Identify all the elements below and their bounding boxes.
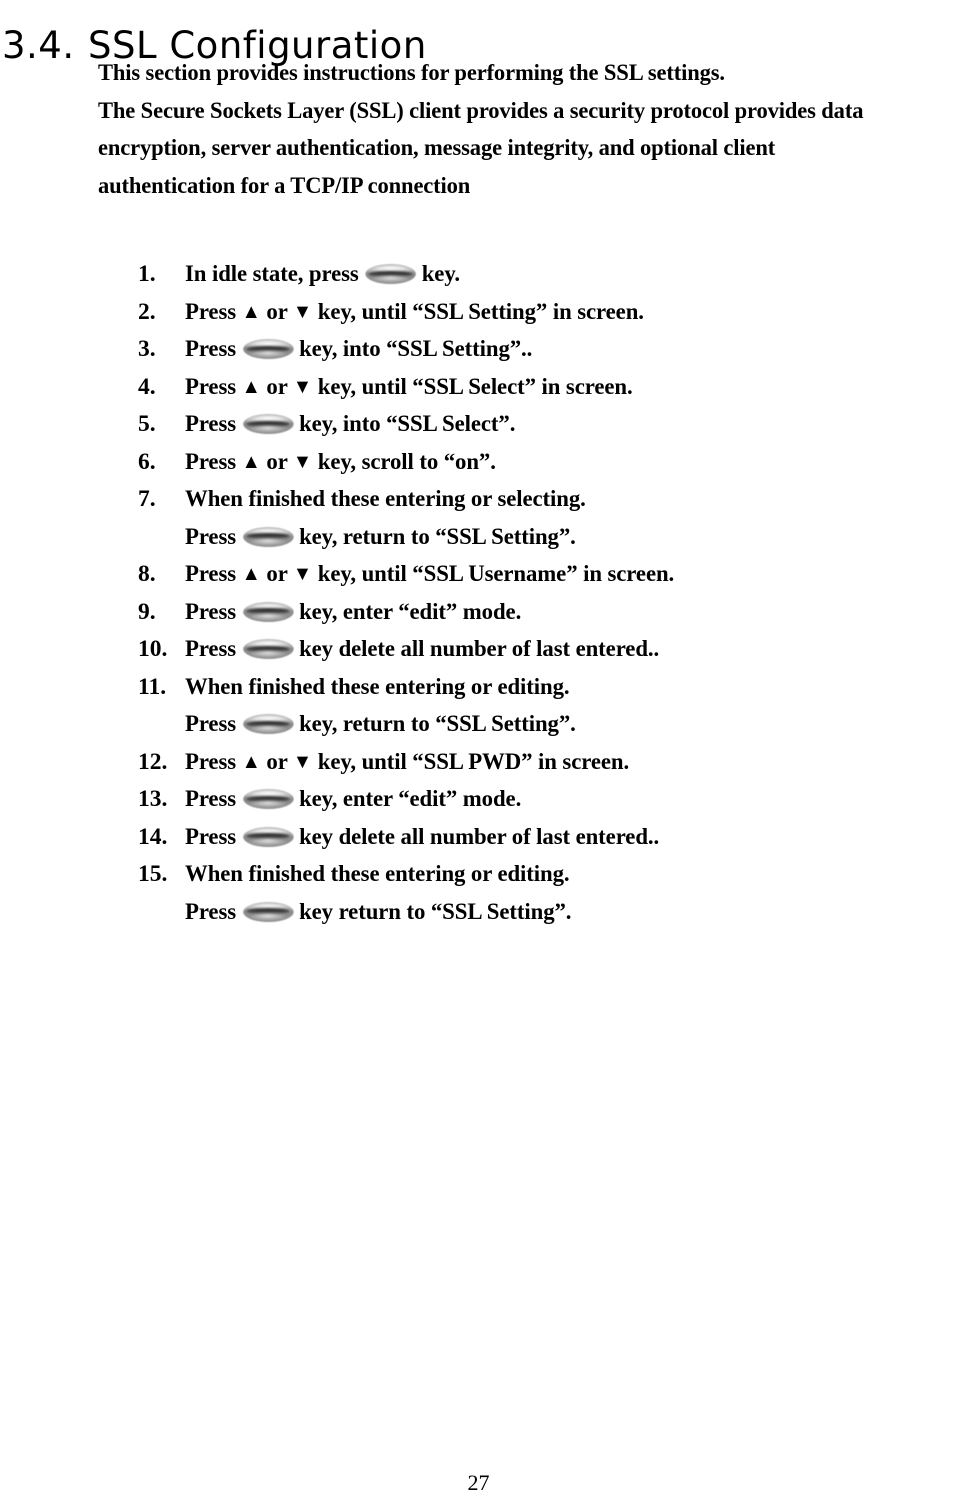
step-row: 6. Press ▲ or ▼ key, scroll to “on”. xyxy=(138,444,957,482)
step-text: Press ▲ or ▼ key, until “SSL Select” in … xyxy=(185,373,633,400)
intro-line: The Secure Sockets Layer (SSL) client pr… xyxy=(98,97,864,124)
step-text: Press key, return to “SSL Setting”. xyxy=(185,711,576,737)
key-button-icon xyxy=(242,714,294,734)
step-text: Press ▲ or ▼ key, until “SSL PWD” in scr… xyxy=(185,748,630,775)
step-row: 5. Press key, into “SSL Select”. xyxy=(138,406,957,444)
step-text: Press key delete all number of last enter… xyxy=(185,823,660,850)
step-row: 4. Press ▲ or ▼ key, until “SSL Select” i… xyxy=(138,369,957,407)
key-button-icon xyxy=(242,526,294,547)
key-button-icon xyxy=(242,601,294,622)
step-row: 11. When finished these entering or editi… xyxy=(138,669,957,707)
step-text: Press key delete all number of last enter… xyxy=(185,636,660,662)
step-row: 14. Press key delete all number of last en… xyxy=(138,819,957,857)
step-text: When finished these entering or editing. xyxy=(185,673,570,700)
intro-line: authentication for a TCP/IP connection xyxy=(98,172,471,199)
step-row: 3. Press key, into “SSL Setting”.. xyxy=(138,331,957,369)
step-number: 8. xyxy=(138,561,156,587)
arrow-down-icon: ▼ xyxy=(292,563,313,585)
step-text: Press key, enter “edit” mode. xyxy=(185,598,522,625)
section-number: 3.4. xyxy=(2,23,75,67)
step-row: 7. When finished these entering or select… xyxy=(138,481,957,519)
step-row: 2. Press ▲ or ▼ key, until “SSL Setting” … xyxy=(138,294,957,332)
document-page: 3.4. SSL Configuration This section provi… xyxy=(0,0,957,1503)
arrow-up-icon: ▲ xyxy=(241,300,261,323)
step-text: Press key return to “SSL Setting”. xyxy=(185,898,572,925)
key-button-icon xyxy=(242,901,294,922)
footer-page-number: 27 xyxy=(467,1470,490,1495)
step-number: 13. xyxy=(138,786,168,812)
step-number: 7. xyxy=(138,486,156,512)
step-number: 11. xyxy=(138,673,167,700)
intro-line: encryption, server authentication, messa… xyxy=(98,135,776,161)
step-text: When finished these entering or editing. xyxy=(185,861,570,887)
arrow-down-icon: ▼ xyxy=(292,375,313,398)
step-number: 15. xyxy=(138,861,168,887)
step-text: Press key, into “SSL Select”. xyxy=(185,411,516,437)
arrow-up-icon: ▲ xyxy=(241,563,261,585)
step-number: 9. xyxy=(138,598,156,625)
step-continuation-row: Press key, return to “SSL Setting”. xyxy=(138,706,957,744)
key-button-icon xyxy=(242,414,294,434)
step-text: In idle state, press key. xyxy=(185,261,460,287)
step-number: 12. xyxy=(138,748,168,775)
key-button-icon xyxy=(242,339,294,359)
step-number: 10. xyxy=(138,636,168,662)
steps-list: 1. In idle state, press key. 2. Press ▲ or ▼… xyxy=(98,256,957,931)
arrow-down-icon: ▼ xyxy=(292,450,313,473)
step-number: 6. xyxy=(138,448,156,475)
step-row: 9. Press key, enter “edit” mode. xyxy=(138,594,957,632)
step-text: Press ▲ or ▼ key, until “SSL Username” i… xyxy=(185,561,675,587)
step-text: Press key, enter “edit” mode. xyxy=(185,786,522,812)
step-number: 3. xyxy=(138,336,156,362)
step-text: Press key, into “SSL Setting”.. xyxy=(185,336,533,362)
step-row: 13. Press key, enter “edit” mode. xyxy=(138,781,957,819)
step-number: 5. xyxy=(138,411,156,437)
step-text: When finished these entering or selectin… xyxy=(185,486,586,512)
arrow-up-icon: ▲ xyxy=(241,450,261,473)
step-number: 1. xyxy=(138,261,156,287)
arrow-up-icon: ▲ xyxy=(241,750,261,773)
key-button-icon xyxy=(242,826,294,847)
arrow-up-icon: ▲ xyxy=(241,375,261,398)
key-button-icon xyxy=(365,264,416,284)
arrow-down-icon: ▼ xyxy=(292,300,313,323)
step-text: Press ▲ or ▼ key, until “SSL Setting” in… xyxy=(185,298,644,325)
key-button-icon xyxy=(242,789,294,809)
arrow-down-icon: ▼ xyxy=(292,750,313,773)
step-row: 8. Press ▲ or ▼ key, until “SSL Username”… xyxy=(138,556,957,594)
step-text: Press key, return to “SSL Setting”. xyxy=(185,523,576,550)
step-row: 12. Press ▲ or ▼ key, until “SSL PWD” in … xyxy=(138,744,957,782)
step-continuation-row: Press key, return to “SSL Setting”. xyxy=(138,519,957,557)
step-number: 2. xyxy=(138,298,156,325)
step-row: 1. In idle state, press key. xyxy=(138,256,957,294)
step-number: 14. xyxy=(138,823,168,850)
step-number: 4. xyxy=(138,373,156,400)
step-row: 15. When finished these entering or editi… xyxy=(138,856,957,894)
step-text: Press ▲ or ▼ key, scroll to “on”. xyxy=(185,448,496,475)
key-button-icon xyxy=(242,639,294,659)
intro-paragraph: This section provides instructions for p… xyxy=(98,55,957,205)
step-continuation-row: Press key return to “SSL Setting”. xyxy=(138,894,957,932)
intro-line: This section provides instructions for p… xyxy=(98,60,725,86)
step-row: 10. Press key delete all number of last en… xyxy=(138,631,957,669)
